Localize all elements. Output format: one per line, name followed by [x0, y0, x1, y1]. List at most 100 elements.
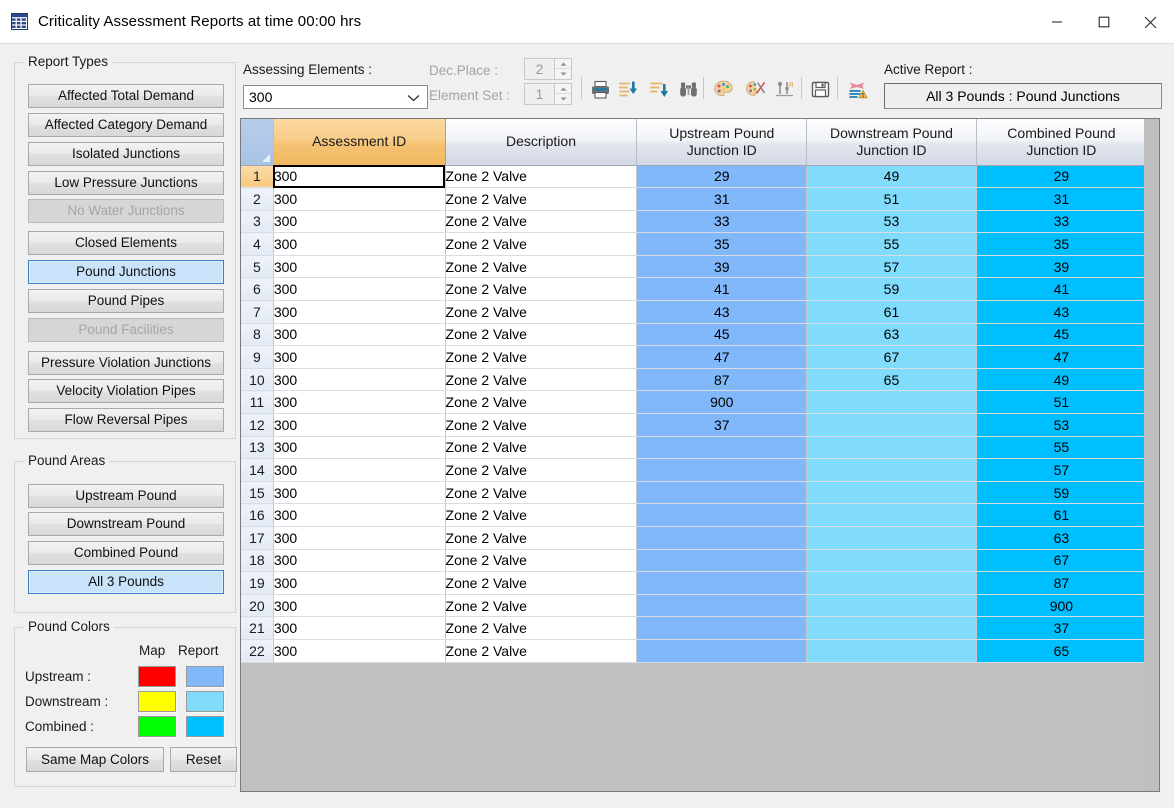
cell-upstream-pound-junction-id[interactable]: [636, 481, 808, 505]
column-header-description[interactable]: Description: [445, 119, 638, 166]
row-header-18[interactable]: 18: [241, 549, 274, 573]
cell-downstream-pound-junction-id[interactable]: [806, 413, 977, 437]
sort-ascending-button[interactable]: [614, 75, 642, 103]
cell-description[interactable]: Zone 2 Valve: [445, 503, 638, 527]
column-header-upstream-pound-junction-id[interactable]: Upstream Pound Junction ID: [636, 119, 808, 166]
row-header-6[interactable]: 6: [241, 277, 274, 302]
map-color-swatch-combined[interactable]: [138, 716, 176, 737]
cell-upstream-pound-junction-id[interactable]: 39: [636, 255, 808, 279]
cell-combined-pound-junction-id[interactable]: 31: [976, 187, 1146, 211]
cell-downstream-pound-junction-id[interactable]: [806, 639, 977, 663]
cell-upstream-pound-junction-id[interactable]: 45: [636, 323, 808, 347]
cell-upstream-pound-junction-id[interactable]: [636, 616, 808, 640]
cell-downstream-pound-junction-id[interactable]: 51: [806, 187, 977, 211]
same-map-colors-button[interactable]: Same Map Colors: [26, 747, 164, 772]
pound-area-combined-pound[interactable]: Combined Pound: [28, 541, 224, 565]
palette-clear-button[interactable]: [741, 75, 769, 103]
report-type-low-pressure-junctions[interactable]: Low Pressure Junctions: [28, 171, 224, 195]
export-report-button[interactable]: [843, 75, 871, 103]
cell-upstream-pound-junction-id[interactable]: [636, 639, 808, 663]
cell-combined-pound-junction-id[interactable]: 51: [976, 390, 1146, 415]
cell-description[interactable]: Zone 2 Valve: [445, 436, 638, 460]
find-binoculars-button[interactable]: [674, 75, 702, 103]
cell-assessment-id[interactable]: 300: [273, 368, 446, 392]
cell-assessment-id[interactable]: 300: [273, 210, 446, 234]
row-header-19[interactable]: 19: [241, 571, 274, 595]
cell-description[interactable]: Zone 2 Valve: [445, 639, 638, 663]
cell-combined-pound-junction-id[interactable]: 53: [976, 413, 1146, 437]
cell-upstream-pound-junction-id[interactable]: [636, 458, 808, 482]
cell-description[interactable]: Zone 2 Valve: [445, 413, 638, 437]
cell-assessment-id[interactable]: 300: [273, 594, 446, 618]
cell-assessment-id[interactable]: 300: [273, 165, 446, 189]
cell-description[interactable]: Zone 2 Valve: [445, 165, 638, 189]
cell-downstream-pound-junction-id[interactable]: [806, 594, 977, 618]
table-row[interactable]: 16 300 Zone 2 Valve 61: [241, 503, 1146, 527]
cell-combined-pound-junction-id[interactable]: 43: [976, 300, 1146, 324]
cell-downstream-pound-junction-id[interactable]: 53: [806, 210, 977, 234]
cell-downstream-pound-junction-id[interactable]: [806, 503, 977, 527]
cell-upstream-pound-junction-id[interactable]: 41: [636, 277, 808, 302]
cell-description[interactable]: Zone 2 Valve: [445, 187, 638, 211]
cell-upstream-pound-junction-id[interactable]: 900: [636, 390, 808, 415]
row-header-12[interactable]: 12: [241, 413, 274, 437]
cell-description[interactable]: Zone 2 Valve: [445, 345, 638, 369]
row-header-9[interactable]: 9: [241, 345, 274, 369]
cell-combined-pound-junction-id[interactable]: 59: [976, 481, 1146, 505]
report-type-closed-elements[interactable]: Closed Elements: [28, 231, 224, 255]
cell-assessment-id[interactable]: 300: [273, 232, 446, 256]
cell-assessment-id[interactable]: 300: [273, 639, 446, 663]
cell-assessment-id[interactable]: 300: [273, 616, 446, 640]
maximize-button[interactable]: [1080, 0, 1127, 44]
cell-downstream-pound-junction-id[interactable]: [806, 571, 977, 595]
report-type-isolated-junctions[interactable]: Isolated Junctions: [28, 142, 224, 166]
table-row[interactable]: 10 300 Zone 2 Valve 87 65 49: [241, 368, 1146, 392]
print-button[interactable]: [586, 75, 614, 103]
cell-description[interactable]: Zone 2 Valve: [445, 571, 638, 595]
cell-combined-pound-junction-id[interactable]: 57: [976, 458, 1146, 482]
cell-combined-pound-junction-id[interactable]: 35: [976, 232, 1146, 256]
results-grid[interactable]: Assessment ID Description Upstream Pound…: [240, 118, 1160, 792]
report-type-velocity-violation-pipes[interactable]: Velocity Violation Pipes: [28, 379, 224, 403]
cell-downstream-pound-junction-id[interactable]: [806, 390, 977, 415]
cell-description[interactable]: Zone 2 Valve: [445, 255, 638, 279]
cell-downstream-pound-junction-id[interactable]: [806, 458, 977, 482]
table-row[interactable]: 6 300 Zone 2 Valve 41 59 41: [241, 277, 1146, 302]
report-color-swatch-upstream[interactable]: [186, 666, 224, 687]
cell-description[interactable]: Zone 2 Valve: [445, 594, 638, 618]
cell-downstream-pound-junction-id[interactable]: 59: [806, 277, 977, 302]
cell-description[interactable]: Zone 2 Valve: [445, 277, 638, 302]
assessing-elements-combobox[interactable]: 300: [243, 85, 428, 109]
cell-upstream-pound-junction-id[interactable]: 37: [636, 413, 808, 437]
report-type-pressure-violation-junctions[interactable]: Pressure Violation Junctions: [28, 351, 224, 375]
report-type-affected-category-demand[interactable]: Affected Category Demand: [28, 113, 224, 137]
table-row[interactable]: 13 300 Zone 2 Valve 55: [241, 436, 1146, 460]
cell-downstream-pound-junction-id[interactable]: [806, 616, 977, 640]
cell-upstream-pound-junction-id[interactable]: [636, 503, 808, 527]
cell-upstream-pound-junction-id[interactable]: 29: [636, 165, 808, 189]
cell-downstream-pound-junction-id[interactable]: 61: [806, 300, 977, 324]
cell-assessment-id[interactable]: 300: [273, 345, 446, 369]
cell-upstream-pound-junction-id[interactable]: [636, 526, 808, 550]
cell-upstream-pound-junction-id[interactable]: 35: [636, 232, 808, 256]
cell-assessment-id[interactable]: 300: [273, 255, 446, 279]
cell-upstream-pound-junction-id[interactable]: 87: [636, 368, 808, 392]
row-header-15[interactable]: 15: [241, 481, 274, 505]
cell-combined-pound-junction-id[interactable]: 41: [976, 277, 1146, 302]
table-row[interactable]: 7 300 Zone 2 Valve 43 61 43: [241, 300, 1146, 324]
cell-description[interactable]: Zone 2 Valve: [445, 323, 638, 347]
cell-assessment-id[interactable]: 300: [273, 481, 446, 505]
table-row[interactable]: 4 300 Zone 2 Valve 35 55 35: [241, 232, 1146, 256]
pound-area-upstream-pound[interactable]: Upstream Pound: [28, 484, 224, 508]
report-color-swatch-downstream[interactable]: [186, 691, 224, 712]
row-header-11[interactable]: 11: [241, 390, 274, 415]
cell-downstream-pound-junction-id[interactable]: [806, 436, 977, 460]
cell-assessment-id[interactable]: 300: [273, 526, 446, 550]
row-header-8[interactable]: 8: [241, 323, 274, 347]
cell-upstream-pound-junction-id[interactable]: 43: [636, 300, 808, 324]
cell-upstream-pound-junction-id[interactable]: [636, 594, 808, 618]
cell-assessment-id[interactable]: 300: [273, 503, 446, 527]
row-header-21[interactable]: 21: [241, 616, 274, 640]
cell-combined-pound-junction-id[interactable]: 55: [976, 436, 1146, 460]
cell-downstream-pound-junction-id[interactable]: [806, 481, 977, 505]
